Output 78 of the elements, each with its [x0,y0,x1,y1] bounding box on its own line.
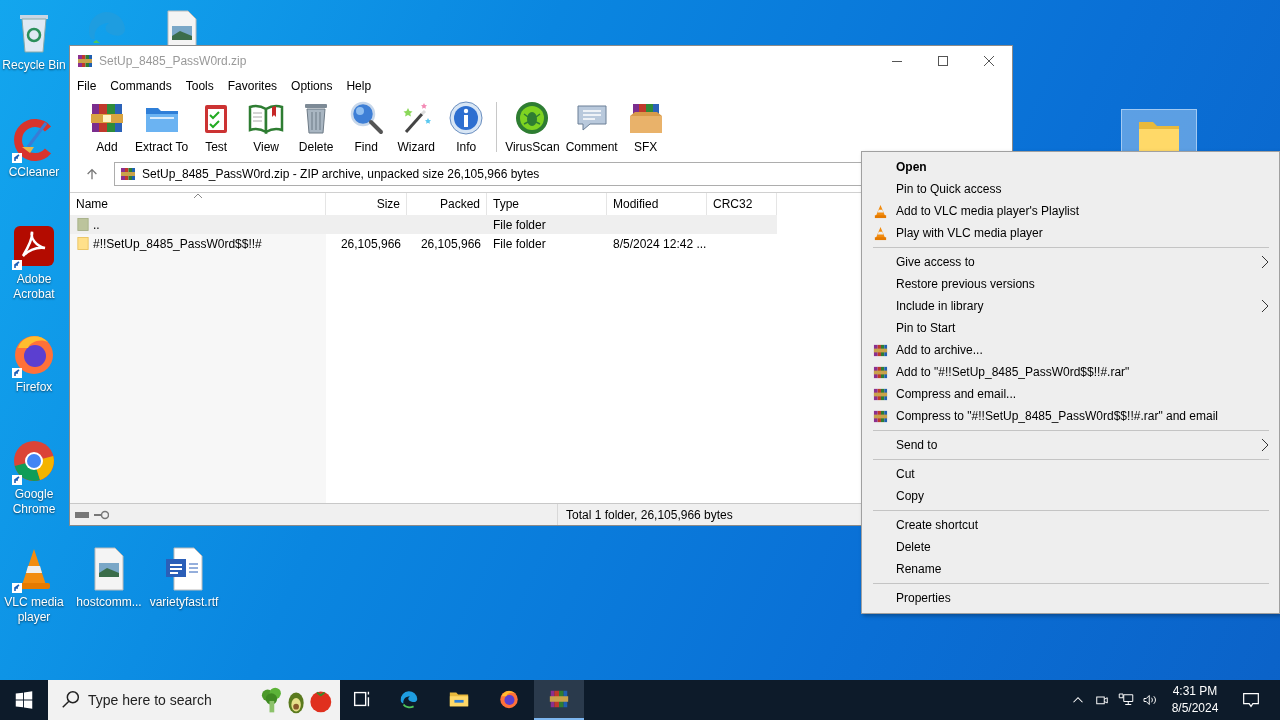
archive-books-icon [873,365,888,380]
table-row[interactable]: #!!SetUp_8485_PassW0rd$$!!# 26,105,966 26,105,966 File folder 8/5/2024 12:42 ... [70,234,777,253]
search-field[interactable]: Type here to search [48,680,340,720]
folder-icon [77,236,89,251]
archive-books-icon [873,409,888,424]
toolbar-button[interactable]: VirusScan [502,96,563,158]
table-cell: #!!SetUp_8485_PassW0rd$$!!# [93,236,262,251]
menu-item[interactable]: Compress and email... [862,383,1279,405]
table-cell: 26,105,966 [420,236,481,251]
menu-item[interactable]: Delete [862,536,1279,558]
table-cell: 8/5/2024 12:42 ... [613,236,707,251]
shortcut-arrow-icon [12,368,22,378]
search-icon [60,689,82,711]
menu-item[interactable]: Cut [862,463,1279,485]
table-cell: File folder [493,236,546,251]
toolbar-button[interactable]: Info [441,96,492,158]
toolbar-button[interactable]: Add [82,96,132,158]
toolbar-button[interactable]: Test [191,96,242,158]
toolbar-button[interactable]: View [241,96,292,158]
table-cell: .. [93,217,100,232]
menu-item[interactable]: Compress to "#!!SetUp_8485_PassW0rd$$!!#.rar" and email [862,405,1279,427]
menu-item[interactable]: Give access to [862,251,1279,273]
info-icon [448,100,485,136]
archive-books-icon [548,688,570,710]
maximize-icon [938,56,948,66]
clock-time[interactable]: 4:31 PM [1172,683,1218,700]
archive-books-icon [873,387,888,402]
shortcut-arrow-icon [12,475,22,485]
toolbar-button[interactable]: Find [341,96,392,158]
toolbar-button[interactable]: SFX [620,96,671,158]
traffic-cone-icon [873,204,888,219]
table-cell: 26,105,966 [340,236,401,251]
menu-item[interactable]: Pin to Start [862,317,1279,339]
menu-item[interactable]: Include in library [862,295,1279,317]
shortcut-arrow-icon [12,153,22,163]
clock-date[interactable]: 8/5/2024 [1171,700,1219,717]
menu-item[interactable]: Restore previous versions [862,273,1279,295]
toolbar-button[interactable]: Wizard [391,96,442,158]
toolbar-button[interactable]: Comment [562,96,621,158]
window-title: SetUp_8485_PassW0rd.zip [99,54,247,68]
menu-item[interactable]: Rename [862,558,1279,580]
wave-browser-icon [398,688,420,710]
menu-item[interactable]: Send to [862,434,1279,456]
table-row[interactable]: .. File folder [70,215,777,234]
menu-item[interactable]: Tools [178,79,221,93]
archive-books-icon [77,53,93,69]
menu-item[interactable]: Favorites [220,79,285,93]
menu-item[interactable]: Add to VLC media player's Playlist [862,200,1279,222]
up-arrow-icon [85,167,99,181]
parent-folder-icon [77,217,89,232]
shortcut-arrow-icon [12,260,22,270]
menu-item[interactable]: File [70,79,104,93]
close-icon [984,56,994,66]
archive-books-icon [873,343,888,358]
menu-item[interactable]: Commands [103,79,179,93]
table-cell: File folder [493,217,546,232]
drive-icon [74,509,90,520]
windows-logo-icon [13,689,35,711]
menu-item[interactable]: Copy [862,485,1279,507]
status-text: Total 1 folder, 26,105,966 bytes [565,507,733,522]
menu-item[interactable]: Options [284,79,340,93]
toolbar-button[interactable]: Delete [291,96,342,158]
menu-item[interactable]: Create shortcut [862,514,1279,536]
menu-item[interactable]: Help [339,79,379,93]
menu-item[interactable]: Properties [862,587,1279,609]
archive-books-icon [120,166,136,182]
shortcut-arrow-icon [12,583,22,593]
menu-item[interactable]: Add to "#!!SetUp_8485_PassW0rd$$!!#.rar" [862,361,1279,383]
sort-caret-icon [192,193,203,199]
menu-item[interactable]: Add to archive... [862,339,1279,361]
desktop-icon[interactable]: varietyfast.rtf [150,543,218,610]
toolbar-button[interactable]: Extract To [132,96,192,158]
bug-icon [514,100,551,136]
key-icon [93,509,109,520]
fox-globe-icon [498,688,520,710]
menu-item[interactable]: Play with VLC media player [862,222,1279,244]
traffic-cone-icon [873,226,888,241]
magnifier-icon [348,100,385,136]
